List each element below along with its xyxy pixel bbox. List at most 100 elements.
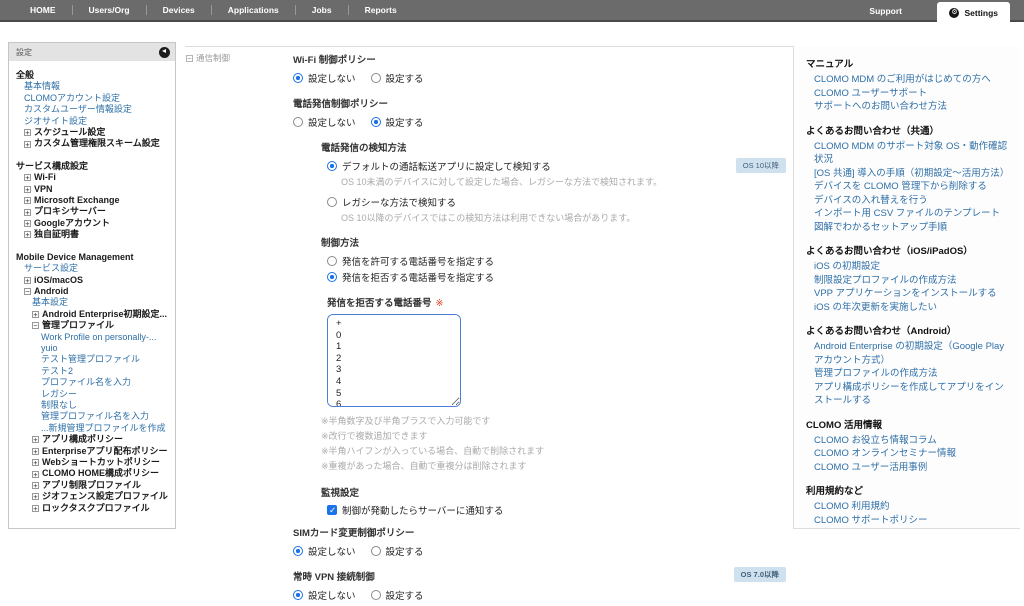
nav-item[interactable]: HOME <box>14 5 72 15</box>
control-method-radio-allow[interactable]: 発信を許可する電話番号を指定する <box>327 254 494 268</box>
detection-radio-default-app[interactable]: デフォルトの通話転送アプリに設定して検知する <box>327 159 551 173</box>
help-link[interactable]: CLOMO MDM のサポート対象 OS・動作確認状況 <box>806 140 1010 167</box>
help-link[interactable]: CLOMO ユーザー活用事例 <box>806 461 1010 475</box>
nav-item[interactable]: Applications <box>211 5 295 15</box>
tree-expand-icon[interactable]: + <box>24 141 31 148</box>
help-link[interactable]: インポート用 CSV ファイルのテンプレート <box>806 207 1010 221</box>
radio-icon[interactable] <box>371 117 381 127</box>
tree-item[interactable]: + ジオフェンス設定プロファイル <box>11 491 173 502</box>
checkbox-icon[interactable] <box>327 505 337 515</box>
radio-icon[interactable] <box>371 590 381 600</box>
help-link[interactable]: デバイスの入れ替えを行う <box>806 194 1010 208</box>
control-method-radio-deny[interactable]: 発信を拒否する電話番号を指定する <box>327 270 494 284</box>
tree-item[interactable]: + アプリ制限プロファイル <box>11 480 173 491</box>
help-link[interactable]: CLOMO ユーザーサポート <box>806 87 1010 101</box>
radio-icon[interactable] <box>371 73 381 83</box>
help-link[interactable]: CLOMO お役立ち情報コラム <box>806 434 1010 448</box>
sim-policy-radio-yes[interactable]: 設定する <box>371 544 424 558</box>
tree-item[interactable]: 制限なし <box>11 400 173 411</box>
detection-radio-legacy[interactable]: レガシーな方法で検知する <box>327 195 456 209</box>
tree-item[interactable]: Mobile Device Management <box>11 252 173 263</box>
help-link[interactable]: Android Enterprise の初期設定（Google Play アカウ… <box>806 340 1010 367</box>
phone-policy-radio-yes[interactable]: 設定する <box>371 115 424 129</box>
tree-expand-icon[interactable]: + <box>24 277 31 284</box>
radio-icon[interactable] <box>293 546 303 556</box>
nav-item[interactable]: Jobs <box>295 5 348 15</box>
tree-expand-icon[interactable]: + <box>24 197 31 204</box>
tree-expand-icon[interactable]: − <box>32 322 39 329</box>
help-link[interactable]: CLOMO MDM のご利用がはじめての方へ <box>806 73 1010 87</box>
radio-icon[interactable] <box>327 161 337 171</box>
help-link[interactable]: 制限設定プロファイルの作成方法 <box>806 274 1010 288</box>
tree-item[interactable]: テスト管理プロファイル <box>11 354 173 365</box>
help-link[interactable]: 管理プロファイルの作成方法 <box>806 367 1010 381</box>
nav-item[interactable]: Devices <box>146 5 211 15</box>
tree-item[interactable]: + アプリ構成ポリシー <box>11 434 173 445</box>
tree-expand-icon[interactable]: + <box>32 505 39 512</box>
tree-item[interactable]: + プロキシサーバー <box>11 206 173 217</box>
tab-settings[interactable]: Settings <box>937 2 1010 24</box>
tree-item[interactable]: + Wi-Fi <box>11 172 173 183</box>
help-link[interactable]: サポートへのお問い合わせ方法 <box>806 100 1010 114</box>
help-link[interactable]: アプリ構成ポリシーを作成してアプリをインストールする <box>806 381 1010 408</box>
vpn-policy-radio-no[interactable]: 設定しない <box>293 588 356 602</box>
help-link[interactable]: CLOMO 利用規約 <box>806 500 1010 514</box>
tree-expand-icon[interactable]: + <box>32 471 39 478</box>
tree-expand-icon[interactable]: + <box>24 209 31 216</box>
tree-item[interactable]: レガシー <box>11 389 173 400</box>
tree-item[interactable]: サービス構成設定 <box>11 161 173 172</box>
tree-expand-icon[interactable]: + <box>24 174 31 181</box>
phone-policy-radio-no[interactable]: 設定しない <box>293 115 356 129</box>
help-link[interactable]: デバイスを CLOMO 管理下から削除する <box>806 180 1010 194</box>
tree-item[interactable]: − Android <box>11 286 173 297</box>
radio-icon[interactable] <box>371 546 381 556</box>
nav-item[interactable]: Reports <box>348 5 413 15</box>
tree-item[interactable]: + iOS/macOS <box>11 275 173 286</box>
monitor-checkbox-row[interactable]: 制御が発動したらサーバーに通知する <box>327 503 788 517</box>
help-link[interactable]: [OS 共通] 導入の手順（初期設定～活用方法） <box>806 167 1010 181</box>
tree-expand-icon[interactable]: + <box>32 482 39 489</box>
tree-expand-icon[interactable]: + <box>32 459 39 466</box>
radio-icon[interactable] <box>327 197 337 207</box>
tree-item[interactable]: + 独自証明書 <box>11 229 173 240</box>
tree-expand-icon[interactable]: + <box>32 436 39 443</box>
tree-item[interactable]: + Enterpriseアプリ配布ポリシー <box>11 446 173 457</box>
deny-numbers-textarea[interactable]: + 0 1 2 3 4 5 6 <box>327 314 461 407</box>
help-link[interactable]: iOS の年次更新を実施したい <box>806 301 1010 315</box>
tree-item[interactable]: 全般 <box>11 70 173 81</box>
tree-item[interactable]: + Microsoft Exchange <box>11 195 173 206</box>
tree-expand-icon[interactable]: + <box>24 186 31 193</box>
help-link[interactable]: 図解でわかるセットアップ手順 <box>806 221 1010 235</box>
tree-item[interactable]: + Webショートカットポリシー <box>11 457 173 468</box>
radio-icon[interactable] <box>293 117 303 127</box>
chevron-left-circle-icon[interactable] <box>159 47 170 58</box>
minus-box-icon[interactable] <box>186 55 193 62</box>
tree-item[interactable]: サービス設定 <box>11 263 173 274</box>
nav-support[interactable]: Support <box>869 0 902 22</box>
tree-item[interactable]: Work Profile on personally-... <box>11 332 173 343</box>
tree-item[interactable]: 管理プロファイル名を入力 <box>11 411 173 422</box>
radio-icon[interactable] <box>327 272 337 282</box>
tree-expand-icon[interactable]: + <box>24 231 31 238</box>
tree-item[interactable]: + CLOMO HOME構成ポリシー <box>11 468 173 479</box>
wifi-policy-radio-no[interactable]: 設定しない <box>293 71 356 85</box>
tree-expand-icon[interactable]: + <box>32 311 39 318</box>
wifi-policy-radio-yes[interactable]: 設定する <box>371 71 424 85</box>
tree-item[interactable]: + カスタム管理権限スキーム設定 <box>11 138 173 149</box>
tree-item[interactable]: + VPN <box>11 184 173 195</box>
tree-expand-icon[interactable]: + <box>32 493 39 500</box>
tree-expand-icon[interactable]: + <box>24 129 31 136</box>
tree-item[interactable]: − 管理プロファイル <box>11 320 173 331</box>
tree-item[interactable]: yuio <box>11 343 173 354</box>
radio-icon[interactable] <box>293 590 303 600</box>
help-link[interactable]: CLOMO オンラインセミナー情報 <box>806 447 1010 461</box>
tree-item[interactable]: ...新規管理プロファイルを作成 <box>11 423 173 434</box>
tree-item[interactable]: 基本設定 <box>11 297 173 308</box>
help-link[interactable]: CLOMO SLA <box>806 527 1010 529</box>
tree-expand-icon[interactable]: − <box>24 288 31 295</box>
help-link[interactable]: VPP アプリケーションをインストールする <box>806 287 1010 301</box>
radio-icon[interactable] <box>327 256 337 266</box>
nav-item[interactable]: Users/Org <box>72 5 146 15</box>
tree-item[interactable]: テスト2 <box>11 366 173 377</box>
tree-item[interactable]: CLOMOアカウント設定 <box>11 93 173 104</box>
